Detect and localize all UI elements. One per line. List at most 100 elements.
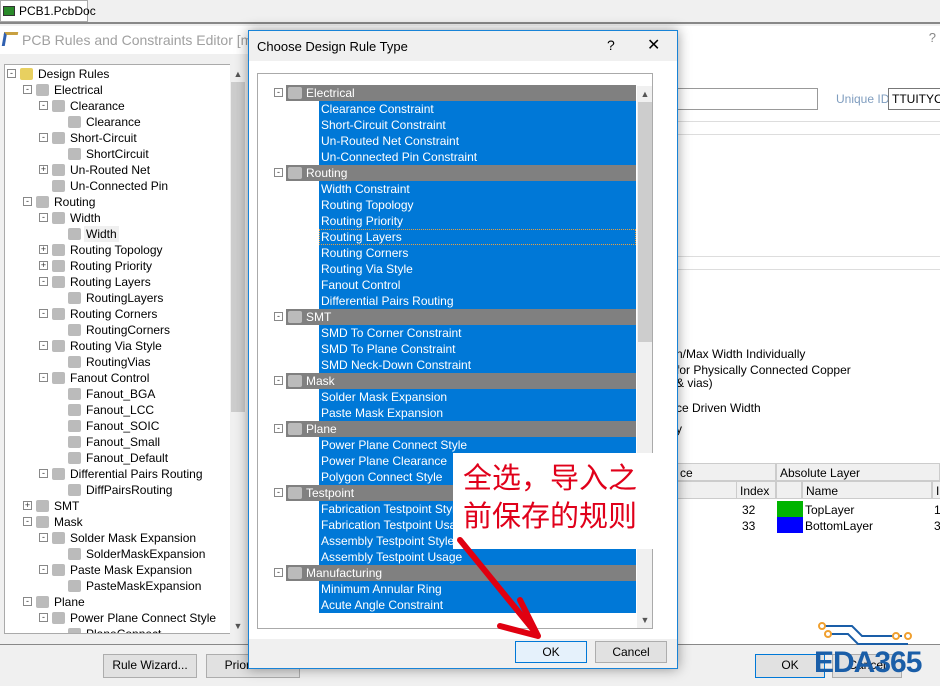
collapse-icon[interactable]: - [39, 613, 48, 622]
tree-item[interactable]: ShortCircuit [5, 146, 231, 162]
rule-type-item[interactable]: Fanout Control [319, 277, 636, 293]
rule-type-item[interactable]: Un-Connected Pin Constraint [319, 149, 636, 165]
tree-item[interactable]: SolderMaskExpansion [5, 546, 231, 562]
tree-item[interactable]: + Routing Priority [5, 258, 231, 274]
collapse-icon[interactable]: - [274, 88, 283, 97]
rule-type-item[interactable]: Routing Corners [319, 245, 636, 261]
collapse-icon[interactable]: - [39, 133, 48, 142]
dialog-ok-button[interactable]: OK [515, 641, 587, 663]
rule-type-item[interactable]: Acute Angle Constraint [319, 597, 636, 613]
tree-item[interactable]: - Power Plane Connect Style [5, 610, 231, 626]
category-row[interactable]: Manufacturing [286, 565, 636, 581]
scroll-thumb[interactable] [231, 82, 245, 412]
tree-item[interactable]: - Short-Circuit [5, 130, 231, 146]
scroll-down-icon[interactable]: ▼ [230, 618, 246, 634]
rule-type-item[interactable]: Routing Layers [319, 229, 636, 245]
collapse-icon[interactable]: - [23, 597, 32, 606]
rule-type-item[interactable]: SMD To Corner Constraint [319, 325, 636, 341]
tree-item[interactable]: Un-Connected Pin [5, 178, 231, 194]
tree-item[interactable]: Fanout_BGA [5, 386, 231, 402]
option-impedance-width[interactable]: ce Driven Width [676, 401, 761, 415]
tree-item[interactable]: PasteMaskExpansion [5, 578, 231, 594]
rule-type-item[interactable]: Routing Topology [319, 197, 636, 213]
tree-item[interactable]: Width [5, 226, 231, 242]
collapse-icon[interactable]: - [274, 312, 283, 321]
rule-type-item[interactable]: Width Constraint [319, 181, 636, 197]
tree-item[interactable]: - Routing Layers [5, 274, 231, 290]
rule-type-item[interactable]: Paste Mask Expansion [319, 405, 636, 421]
scroll-up-icon[interactable]: ▲ [637, 86, 652, 102]
tree-item[interactable]: Fanout_LCC [5, 402, 231, 418]
category-row[interactable]: Mask [286, 373, 636, 389]
collapse-icon[interactable]: - [274, 168, 283, 177]
collapse-icon[interactable]: - [39, 101, 48, 110]
dialog-help-button[interactable]: ? [607, 37, 615, 53]
dialog-cancel-button[interactable]: Cancel [595, 641, 667, 663]
scroll-thumb[interactable] [638, 102, 652, 342]
expand-icon[interactable]: + [39, 261, 48, 270]
tree-item[interactable]: Clearance [5, 114, 231, 130]
category-row[interactable]: SMT [286, 309, 636, 325]
tree-item[interactable]: - Solder Mask Expansion [5, 530, 231, 546]
unique-id-input[interactable]: TTUITYCS [888, 88, 940, 110]
tree-item[interactable]: + Un-Routed Net [5, 162, 231, 178]
category-row[interactable]: Routing [286, 165, 636, 181]
tree-item[interactable]: - Differential Pairs Routing [5, 466, 231, 482]
expand-icon[interactable]: + [39, 245, 48, 254]
tree-item[interactable]: - Routing [5, 194, 231, 210]
collapse-icon[interactable]: - [39, 565, 48, 574]
collapse-icon[interactable]: - [7, 69, 16, 78]
collapse-icon[interactable]: - [23, 85, 32, 94]
rule-type-item[interactable]: Assembly Testpoint Usage [319, 549, 636, 565]
category-row[interactable]: Electrical [286, 85, 636, 101]
editor-help-button[interactable]: ? [929, 30, 936, 45]
rule-type-item[interactable]: Solder Mask Expansion [319, 389, 636, 405]
collapse-icon[interactable]: - [39, 309, 48, 318]
tree-item[interactable]: Fanout_Default [5, 450, 231, 466]
collapse-icon[interactable]: - [39, 533, 48, 542]
rule-type-item[interactable]: Differential Pairs Routing [319, 293, 636, 309]
tree-item[interactable]: - Routing Corners [5, 306, 231, 322]
collapse-icon[interactable]: - [274, 568, 283, 577]
tree-item[interactable]: - Routing Via Style [5, 338, 231, 354]
tree-item[interactable]: - Width [5, 210, 231, 226]
scroll-up-icon[interactable]: ▲ [230, 66, 246, 82]
collapse-icon[interactable]: - [274, 376, 283, 385]
tree-item[interactable]: RoutingVias [5, 354, 231, 370]
collapse-icon[interactable]: - [39, 469, 48, 478]
rule-type-item[interactable]: SMD To Plane Constraint [319, 341, 636, 357]
collapse-icon[interactable]: - [23, 517, 32, 526]
tree-item[interactable]: RoutingCorners [5, 322, 231, 338]
tree-item[interactable]: - Mask [5, 514, 231, 530]
tree-item[interactable]: Fanout_SOIC [5, 418, 231, 434]
collapse-icon[interactable]: - [39, 213, 48, 222]
expand-icon[interactable]: + [23, 501, 32, 510]
tree-scrollbar[interactable]: ▲ ▼ [230, 64, 246, 634]
option-minmax-width[interactable]: n/Max Width Individually [676, 347, 805, 361]
rule-type-item[interactable]: Minimum Annular Ring [319, 581, 636, 597]
rule-type-item[interactable]: Short-Circuit Constraint [319, 117, 636, 133]
expand-icon[interactable]: + [39, 165, 48, 174]
rule-type-item[interactable]: Clearance Constraint [319, 101, 636, 117]
tree-item[interactable]: + Routing Topology [5, 242, 231, 258]
rule-type-item[interactable]: Un-Routed Net Constraint [319, 133, 636, 149]
tree-item[interactable]: - Design Rules [5, 66, 231, 82]
tree-item[interactable]: - Electrical [5, 82, 231, 98]
rules-tree[interactable]: - Design Rules - Electrical - Clearance Cleara… [4, 64, 246, 634]
option-connected-copper[interactable]: for Physically Connected Copper [676, 363, 851, 377]
tree-item[interactable]: PlaneConnect [5, 626, 231, 633]
rule-name-input[interactable] [676, 88, 818, 110]
tree-item[interactable]: - Plane [5, 594, 231, 610]
collapse-icon[interactable]: - [39, 341, 48, 350]
tree-item[interactable]: RoutingLayers [5, 290, 231, 306]
collapse-icon[interactable]: - [39, 373, 48, 382]
tree-item[interactable]: DiffPairsRouting [5, 482, 231, 498]
category-row[interactable]: Plane [286, 421, 636, 437]
dialog-close-icon[interactable]: ✕ [647, 35, 660, 55]
tree-item[interactable]: + SMT [5, 498, 231, 514]
rule-type-item[interactable]: Power Plane Connect Style [319, 437, 636, 453]
rule-type-item[interactable]: Routing Priority [319, 213, 636, 229]
collapse-icon[interactable]: - [274, 424, 283, 433]
tree-item[interactable]: - Paste Mask Expansion [5, 562, 231, 578]
rule-type-item[interactable]: SMD Neck-Down Constraint [319, 357, 636, 373]
